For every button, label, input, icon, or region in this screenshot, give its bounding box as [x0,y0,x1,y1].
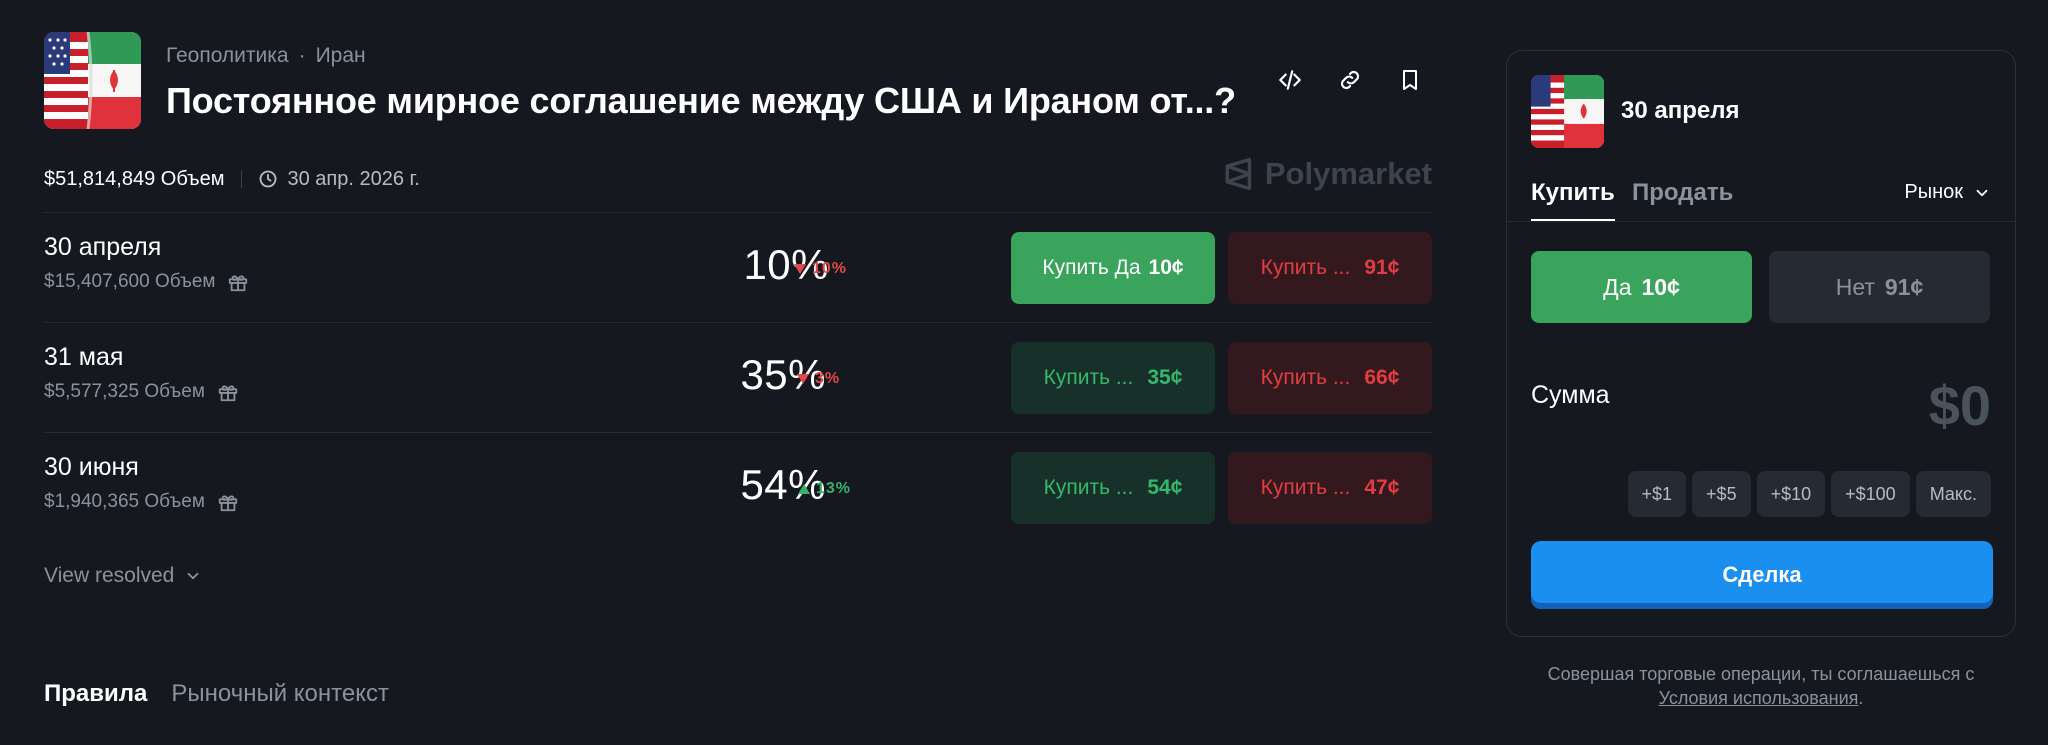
outcome-yes-price: 10¢ [1641,273,1680,300]
buy-no-label: Купить ... [1260,366,1351,389]
buy-yes-button[interactable]: Купить ... 35¢ [1011,342,1215,414]
trade-button[interactable]: Сделка [1531,541,1993,609]
tab-rules[interactable]: Правила [44,680,147,708]
terms-end: . [1858,688,1864,708]
quick-add-5-button[interactable]: +$5 [1692,471,1751,517]
market-header: Геополитика · Иран Постоянное мирное сог… [44,30,1432,130]
outcome-no-button[interactable]: Нет 91¢ [1769,251,1990,323]
tab-market-context[interactable]: Рыночный контекст [171,680,389,708]
buy-yes-label: Купить ... [1043,366,1134,389]
terms-link[interactable]: Условия использования [1659,688,1859,708]
market-end-date: 30 апр. 2026 г. [258,168,420,191]
outcome-yes-button[interactable]: Да 10¢ [1531,251,1752,323]
buy-yes-price: 54¢ [1147,476,1183,499]
market-meta: $51,814,849 Объем 30 апр. 2026 г. [44,162,420,196]
polymarket-logo-icon [1225,157,1252,191]
outcome-label: 31 мая [44,343,124,371]
outcome-change: 3% [797,370,840,388]
outcome-volume-text: $15,407,600 Объем [44,271,216,292]
breadcrumb-separator: · [298,44,306,67]
gift-icon[interactable] [217,381,239,403]
breadcrumb: Геополитика · Иран [166,44,366,68]
buy-no-price: 47¢ [1364,476,1400,499]
chevron-down-icon [187,572,199,580]
triangle-down-icon [797,374,809,384]
outcome-no-label: Нет [1835,273,1875,300]
outcome-list: 30 апреля $15,407,600 Объем 10% 10% Купи… [44,212,1432,542]
triangle-down-icon [794,264,806,274]
breadcrumb-subcategory[interactable]: Иран [316,44,366,68]
amount-input[interactable]: $0 [1929,373,1991,438]
chevron-down-icon [1976,189,1988,196]
quick-add-10-button[interactable]: +$10 [1756,471,1826,517]
breadcrumb-category[interactable]: Геополитика [166,44,289,68]
trade-panel-title: 30 апреля [1621,97,1740,124]
trade-panel: 30 апреля Купить Продать Рынок Да 10¢ Не… [1506,50,2016,637]
outcome-change-text: 3% [815,370,841,387]
outcome-volume: $15,407,600 Объем [44,271,249,293]
tab-buy[interactable]: Купить [1531,179,1615,222]
trade-tabs: Купить Продать Рынок [1531,179,1991,227]
buy-yes-button[interactable]: Купить Да 10¢ [1011,232,1215,304]
outcome-yes-label: Да [1603,273,1632,300]
detail-tabs: Правила Рыночный контекст [44,680,389,708]
market-title: Постоянное мирное соглашение между США и… [166,80,1236,121]
bookmark-icon[interactable] [1392,62,1428,98]
buy-yes-button[interactable]: Купить ... 54¢ [1011,452,1215,524]
outcome-change: 13% [798,480,851,498]
outcome-label: 30 июня [44,453,139,481]
gift-icon[interactable] [217,491,239,513]
quick-max-button[interactable]: Макс. [1915,471,1991,517]
gift-icon[interactable] [227,271,249,293]
outcome-row[interactable]: 30 июня $1,940,365 Объем 54% 13% Купить … [44,432,1432,542]
clock-icon [259,170,276,188]
outcome-change: 10% [794,260,847,278]
polymarket-logo: Polymarket [1223,156,1432,192]
buy-no-button[interactable]: Купить ... 47¢ [1228,452,1432,524]
buy-no-price: 91¢ [1364,256,1400,279]
trade-panel-image [1531,75,1604,148]
buy-no-label: Купить ... [1260,256,1351,279]
outcome-volume: $1,940,365 Объем [44,491,239,513]
buy-yes-price: 10¢ [1148,256,1184,279]
outcome-label: 30 апреля [44,233,162,261]
terms-text: Совершая торговые операции, ты соглашаеш… [1547,664,1975,684]
outcome-volume-text: $5,577,325 Объем [44,381,205,402]
panel-divider [1507,221,2015,222]
buy-no-label: Купить ... [1260,476,1351,499]
amount-label: Сумма [1531,381,1610,409]
outcome-no-price: 91¢ [1884,273,1924,300]
buy-yes-label: Купить Да [1042,256,1141,279]
view-resolved-label: View resolved [44,564,175,587]
outcome-change-text: 10% [812,260,848,277]
market-image [44,32,141,129]
outcome-row[interactable]: 30 апреля $15,407,600 Объем 10% 10% Купи… [44,212,1432,322]
outcome-volume-text: $1,940,365 Объем [44,491,205,512]
market-page: Геополитика · Иран Постоянное мирное сог… [0,0,2048,745]
order-type-select[interactable]: Рынок [1904,181,1991,204]
meta-divider [240,170,242,188]
buy-no-button[interactable]: Купить ... 91¢ [1228,232,1432,304]
quick-add-1-button[interactable]: +$1 [1627,471,1687,517]
market-volume: $51,814,849 Объем [44,167,225,190]
buy-no-price: 66¢ [1364,366,1400,389]
buy-no-button[interactable]: Купить ... 66¢ [1228,342,1432,414]
triangle-up-icon [798,484,810,494]
code-icon[interactable] [1272,62,1308,98]
link-icon[interactable] [1332,62,1368,98]
buy-yes-price: 35¢ [1147,366,1183,389]
terms-notice: Совершая торговые операции, ты соглашаеш… [1506,662,2016,710]
quick-amounts: +$1 +$5 +$10 +$100 Макс. [1627,471,1991,517]
tab-sell[interactable]: Продать [1632,179,1733,207]
polymarket-logo-text: Polymarket [1264,156,1432,191]
buy-yes-label: Купить ... [1043,476,1134,499]
quick-add-100-button[interactable]: +$100 [1831,471,1910,517]
view-resolved-toggle[interactable]: View resolved [44,564,202,588]
outcome-row[interactable]: 31 мая $5,577,325 Объем 35% 3% Купить ..… [44,322,1432,432]
order-type-value: Рынок [1904,181,1963,203]
end-date-text: 30 апр. 2026 г. [287,167,420,190]
outcome-volume: $5,577,325 Объем [44,381,239,403]
outcome-change-text: 13% [816,480,852,497]
